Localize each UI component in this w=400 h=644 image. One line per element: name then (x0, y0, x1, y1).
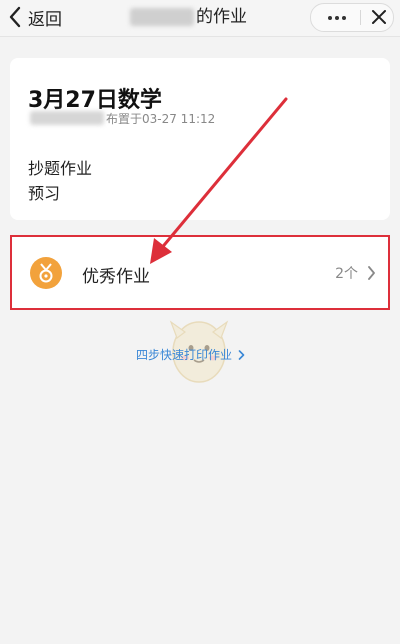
print-guide-link[interactable]: 四步快速打印作业 (136, 346, 245, 363)
excellent-homework-label: 优秀作业 (82, 267, 150, 287)
back-label: 返回 (28, 9, 62, 30)
chevron-right-icon (368, 266, 375, 280)
more-icon (328, 15, 332, 20)
chevron-right-icon (238, 349, 245, 360)
print-guide-label: 四步快速打印作业 (136, 348, 233, 362)
blurred-student-name (130, 8, 194, 26)
more-button[interactable] (323, 4, 351, 31)
navigation-bar: 返回 的作业 (0, 0, 400, 37)
mini-program-capsule (310, 3, 394, 32)
medal-icon (30, 257, 62, 289)
homework-meta: 布置于03-27 11:12 (28, 109, 215, 127)
page-title-text: 的作业 (196, 7, 247, 27)
close-icon[interactable] (367, 5, 391, 29)
excellent-homework-row[interactable]: 优秀作业 2个 (10, 235, 390, 310)
task-item: 预习 (28, 184, 61, 203)
chevron-left-icon (9, 6, 21, 28)
capsule-divider (360, 10, 361, 25)
task-item: 抄题作业 (28, 159, 93, 178)
homework-card: 3月27日数学 布置于03-27 11:12 抄题作业 预习 (10, 58, 390, 220)
page-title: 的作业 (130, 2, 247, 32)
back-button[interactable]: 返回 (8, 2, 62, 32)
blurred-teacher-name (30, 111, 104, 125)
excellent-count: 2个 (335, 266, 358, 282)
assigned-time: 布置于03-27 11:12 (106, 111, 216, 126)
